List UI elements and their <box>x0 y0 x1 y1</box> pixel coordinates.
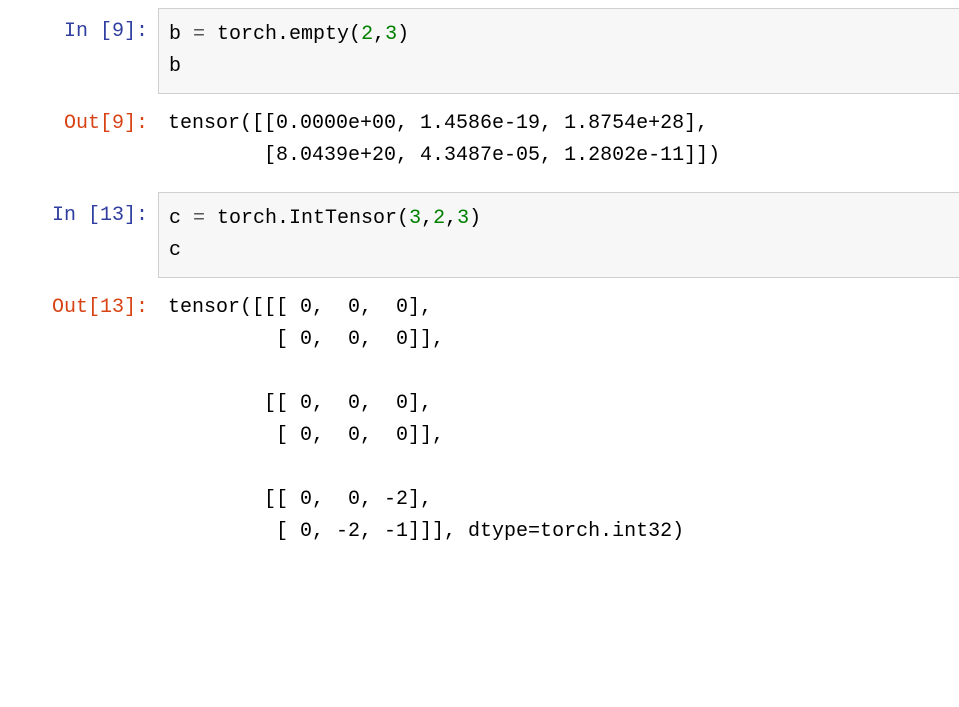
prompt-label: Out[9]: <box>64 112 148 135</box>
code-token: ) <box>397 23 409 46</box>
code-token: torch.IntTensor( <box>217 207 409 230</box>
output-content: tensor([[0.0000e+00, 1.4586e-19, 1.8754e… <box>158 100 959 176</box>
code-token: b <box>169 55 181 78</box>
code-line: b = torch.empty(2,3) b <box>169 19 949 83</box>
code-token: 3 <box>457 207 469 230</box>
input-cell: In [13]: c = torch.IntTensor(3,2,3) c <box>0 192 959 278</box>
prompt-label: In [9]: <box>64 20 148 43</box>
input-prompt: In [9]: <box>0 8 158 94</box>
input-prompt: In [13]: <box>0 192 158 278</box>
output-prompt: Out[13]: <box>0 284 158 552</box>
code-line: c = torch.IntTensor(3,2,3) c <box>169 203 949 267</box>
code-input[interactable]: b = torch.empty(2,3) b <box>158 8 959 94</box>
output-cell: Out[9]: tensor([[0.0000e+00, 1.4586e-19,… <box>0 100 959 176</box>
code-token: torch.empty( <box>217 23 361 46</box>
code-token: c <box>169 207 193 230</box>
output-content: tensor([[[ 0, 0, 0], [ 0, 0, 0]], [[ 0, … <box>158 284 959 552</box>
code-token: = <box>193 207 217 230</box>
code-token: 2 <box>361 23 373 46</box>
output-prompt: Out[9]: <box>0 100 158 176</box>
output-cell: Out[13]: tensor([[[ 0, 0, 0], [ 0, 0, 0]… <box>0 284 959 552</box>
code-token: , <box>421 207 433 230</box>
code-token: 3 <box>409 207 421 230</box>
code-token: 3 <box>385 23 397 46</box>
code-token: b <box>169 23 193 46</box>
input-cell: In [9]: b = torch.empty(2,3) b <box>0 8 959 94</box>
code-token: c <box>169 239 181 262</box>
code-token: = <box>193 23 217 46</box>
output-text: tensor([[[ 0, 0, 0], [ 0, 0, 0]], [[ 0, … <box>168 292 949 548</box>
code-token: ) <box>469 207 481 230</box>
code-input[interactable]: c = torch.IntTensor(3,2,3) c <box>158 192 959 278</box>
output-text: tensor([[0.0000e+00, 1.4586e-19, 1.8754e… <box>168 108 949 172</box>
prompt-label: Out[13]: <box>52 296 148 319</box>
code-token: , <box>373 23 385 46</box>
code-token: , <box>445 207 457 230</box>
prompt-label: In [13]: <box>52 204 148 227</box>
spacer <box>0 182 959 192</box>
code-token: 2 <box>433 207 445 230</box>
